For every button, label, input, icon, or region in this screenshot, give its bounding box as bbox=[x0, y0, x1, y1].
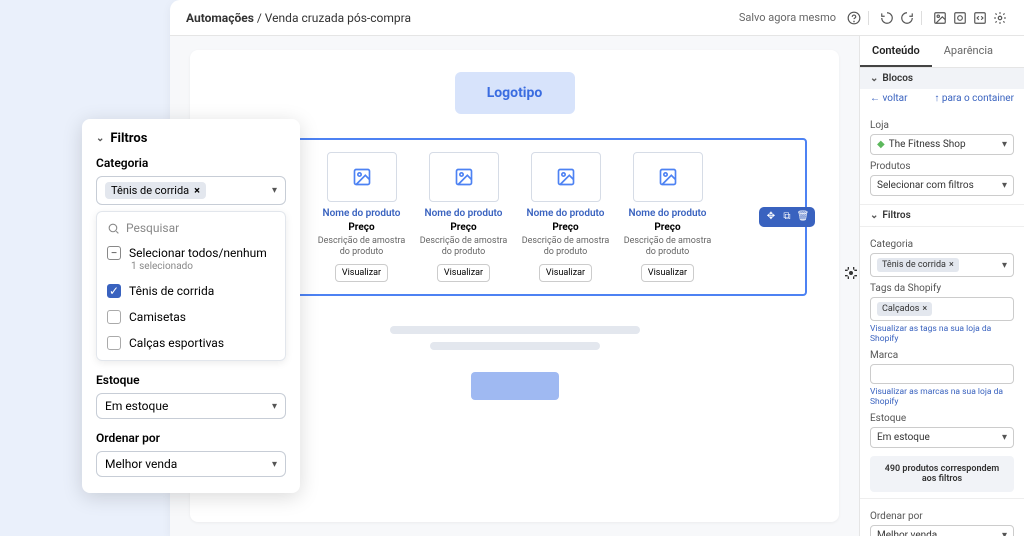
category-chip: Tênis de corrida× bbox=[877, 258, 959, 272]
stock-select[interactable]: Em estoque▾ bbox=[870, 427, 1014, 448]
help-icon[interactable] bbox=[846, 10, 862, 26]
chip-remove-icon[interactable]: × bbox=[949, 260, 954, 270]
placeholder-image-icon bbox=[633, 152, 703, 202]
view-button[interactable]: Visualizar bbox=[539, 264, 592, 282]
tags-select[interactable]: Calçados× bbox=[870, 297, 1014, 321]
sort-select[interactable]: Melhor venda▾ bbox=[870, 525, 1014, 536]
checkbox-partial-icon[interactable]: − bbox=[107, 246, 121, 260]
search-input[interactable]: Pesquisar bbox=[97, 216, 285, 240]
select-all-option[interactable]: − Selecionar todos/nenhum 1 selecionado bbox=[97, 240, 285, 278]
settings-icon[interactable] bbox=[992, 10, 1008, 26]
checkbox-checked-icon[interactable]: ✓ bbox=[107, 284, 121, 298]
chip-remove-icon[interactable]: × bbox=[194, 184, 200, 197]
filters-section[interactable]: ⌄Filtros bbox=[860, 204, 1024, 227]
store-label: Loja bbox=[870, 120, 1014, 131]
undo-icon[interactable] bbox=[879, 10, 895, 26]
view-button[interactable]: Visualizar bbox=[437, 264, 490, 282]
stock-select[interactable]: Em estoque▾ bbox=[96, 393, 286, 419]
product-card: Nome do produto Preço Descrição de amost… bbox=[418, 152, 510, 282]
properties-panel: Conteúdo Aparência ⌄Blocos ← voltar ↑ pa… bbox=[859, 36, 1024, 536]
product-row-block[interactable]: Nome do produto Preço Descrição de amost… bbox=[222, 138, 807, 296]
tags-store-link[interactable]: Visualizar as tags na sua loja da Shopif… bbox=[870, 324, 1014, 344]
editor-header: Automações / Venda cruzada pós-compra Sa… bbox=[170, 0, 1024, 36]
view-button[interactable]: Visualizar bbox=[641, 264, 694, 282]
search-icon bbox=[107, 222, 120, 235]
image-icon[interactable] bbox=[932, 10, 948, 26]
checkbox-icon[interactable] bbox=[107, 310, 121, 324]
brand-input[interactable] bbox=[870, 364, 1014, 384]
delete-icon[interactable]: 🗑 bbox=[797, 211, 809, 223]
preview-icon[interactable] bbox=[952, 10, 968, 26]
category-option[interactable]: Camisetas bbox=[97, 304, 285, 330]
view-button[interactable]: Visualizar bbox=[335, 264, 388, 282]
category-dropdown: Pesquisar − Selecionar todos/nenhum 1 se… bbox=[96, 211, 286, 361]
save-status: Salvo agora mesmo bbox=[739, 11, 836, 24]
products-select[interactable]: Selecionar com filtros▾ bbox=[870, 175, 1014, 196]
tag-chip: Calçados× bbox=[877, 302, 932, 316]
checkbox-icon[interactable] bbox=[107, 336, 121, 350]
category-select[interactable]: Tênis de corrida× ▾ bbox=[96, 176, 286, 205]
to-container-link[interactable]: ↑ para o container bbox=[934, 93, 1014, 104]
products-label: Produtos bbox=[870, 161, 1014, 172]
blocks-section[interactable]: ⌄Blocos bbox=[860, 68, 1024, 89]
filter-popup: ⌄ Filtros Categoria Tênis de corrida× ▾ … bbox=[82, 119, 300, 493]
block-tools: ✥ ⧉ 🗑 bbox=[759, 207, 815, 227]
match-count-box: 490 produtos correspondem aos filtros bbox=[870, 456, 1014, 492]
placeholder-image-icon bbox=[531, 152, 601, 202]
chevron-down-icon: ⌄ bbox=[96, 133, 104, 144]
store-select[interactable]: ◆The Fitness Shop ▾ bbox=[870, 134, 1014, 155]
tab-content[interactable]: Conteúdo bbox=[860, 36, 932, 67]
filter-popup-header[interactable]: ⌄ Filtros bbox=[96, 131, 286, 146]
category-option[interactable]: ✓ Tênis de corrida bbox=[97, 278, 285, 304]
back-link[interactable]: ← voltar bbox=[870, 93, 908, 104]
redo-icon[interactable] bbox=[899, 10, 915, 26]
sort-select[interactable]: Melhor venda▾ bbox=[96, 451, 286, 477]
product-card: Nome do produto Preço Descrição de amost… bbox=[622, 152, 714, 282]
text-placeholder bbox=[390, 326, 640, 350]
product-card: Nome do produto Preço Descrição de amost… bbox=[316, 152, 408, 282]
logo-block[interactable]: Logotipo bbox=[455, 72, 575, 114]
tab-appearance[interactable]: Aparência bbox=[932, 36, 1005, 67]
category-option[interactable]: Calças esportivas bbox=[97, 330, 285, 356]
placeholder-image-icon bbox=[327, 152, 397, 202]
chip-remove-icon[interactable]: × bbox=[922, 304, 927, 314]
copy-icon[interactable]: ⧉ bbox=[781, 211, 793, 223]
brands-store-link[interactable]: Visualizar as marcas na sua loja da Shop… bbox=[870, 387, 1014, 407]
breadcrumb: Automações / Venda cruzada pós-compra bbox=[186, 11, 411, 25]
code-icon[interactable] bbox=[972, 10, 988, 26]
button-placeholder bbox=[471, 372, 559, 400]
placeholder-image-icon bbox=[429, 152, 499, 202]
move-icon[interactable]: ✥ bbox=[765, 211, 777, 223]
product-card: Nome do produto Preço Descrição de amost… bbox=[520, 152, 612, 282]
category-select[interactable]: Tênis de corrida× ▾ bbox=[870, 253, 1014, 277]
category-chip: Tênis de corrida× bbox=[105, 182, 206, 199]
